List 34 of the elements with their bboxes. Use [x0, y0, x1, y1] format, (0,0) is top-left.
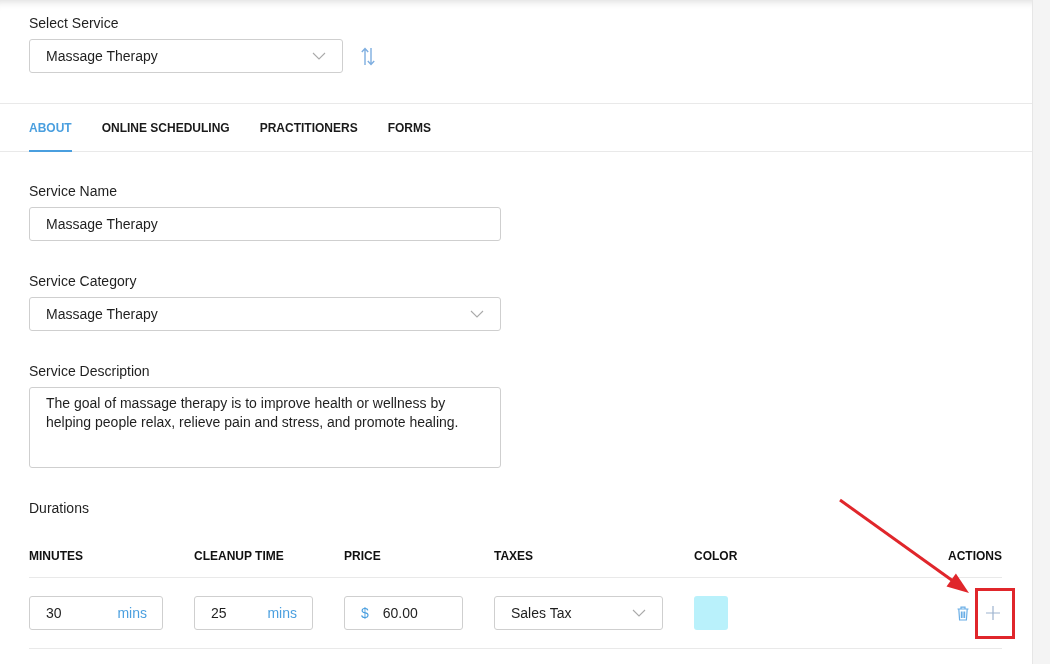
- field-label: Select Service: [29, 14, 119, 33]
- unit-label: mins: [117, 604, 147, 623]
- section-title: Durations: [29, 499, 89, 518]
- price-input[interactable]: $ 60.00: [344, 596, 463, 630]
- tab[interactable]: PRACTITIONERS: [259, 104, 358, 152]
- column-header: MINUTES: [29, 548, 83, 564]
- taxes-select[interactable]: Sales Tax: [494, 596, 663, 630]
- color-swatch[interactable]: [694, 596, 728, 630]
- caret-icon: [632, 609, 646, 617]
- column-header: CLEANUP TIME: [194, 548, 284, 564]
- up-down-arrows-icon[interactable]: [361, 46, 375, 66]
- scrollbar-track[interactable]: [1032, 0, 1050, 664]
- column-header: COLOR: [694, 548, 738, 564]
- currency-symbol: $: [361, 604, 369, 623]
- trash-icon: [957, 605, 969, 621]
- field-label: Service Name: [29, 182, 117, 201]
- tab[interactable]: ONLINE SCHEDULING: [101, 104, 230, 152]
- plus-icon: [986, 606, 1000, 620]
- text-input[interactable]: Massage Therapy: [29, 207, 501, 241]
- service-select[interactable]: Massage Therapy: [29, 39, 343, 73]
- cleanup-input[interactable]: 25 mins: [194, 596, 313, 630]
- minutes-input[interactable]: 30 mins: [29, 596, 163, 630]
- column-header: PRICE: [344, 548, 381, 564]
- field-label: Service Category: [29, 272, 137, 291]
- dropdown-select[interactable]: Massage Therapy: [29, 297, 501, 331]
- column-header: TAXES: [494, 548, 534, 564]
- field-label: Service Description: [29, 362, 150, 381]
- tab[interactable]: FORMS: [387, 104, 432, 152]
- caret-icon: [312, 52, 326, 60]
- column-header: ACTIONS: [948, 548, 1002, 564]
- caret-icon: [470, 310, 484, 318]
- unit-label: mins: [267, 604, 297, 623]
- add-button[interactable]: [984, 604, 1002, 622]
- text-area[interactable]: The goal of massage therapy is to improve health or wellness by helping people relax, relieve pain and stress, and promote healing.: [29, 387, 501, 468]
